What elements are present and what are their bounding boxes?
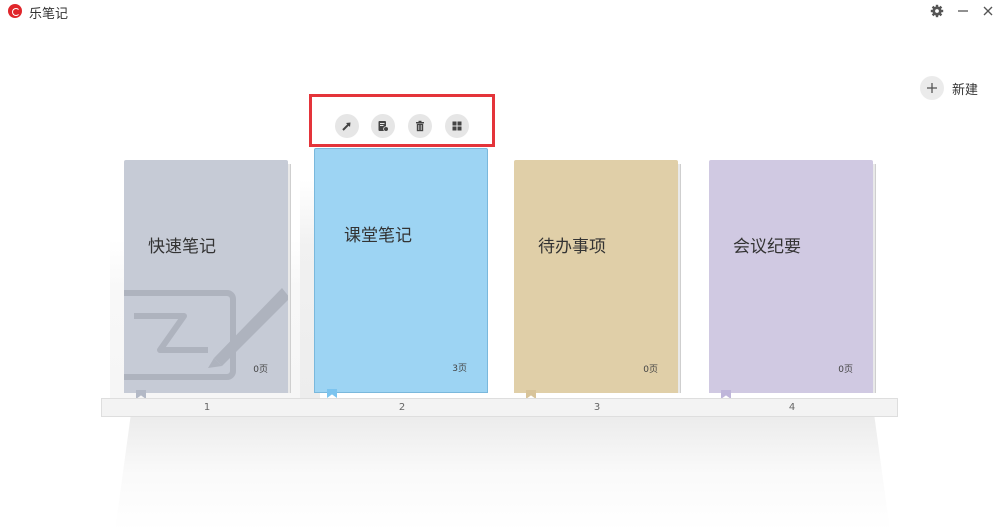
plus-icon: [920, 76, 944, 100]
notebook-cover[interactable]: 会议纪要 0页: [709, 160, 876, 399]
notebook-cover[interactable]: 快速笔记 0页: [124, 160, 291, 399]
minimize-icon[interactable]: [954, 2, 972, 20]
shelf-number: 2: [398, 402, 406, 413]
notebook-cover-selected[interactable]: 课堂笔记 3页: [314, 148, 488, 398]
bookmark-icon: [327, 389, 337, 398]
notebook-page-count: 0页: [643, 365, 658, 375]
edit-notebook-icon[interactable]: [371, 114, 395, 138]
notebook-action-toolbar: [309, 94, 495, 147]
notebook-page-count: 3页: [452, 364, 467, 374]
title-bar: 乐笔记: [0, 0, 1000, 22]
bookshelf: [101, 398, 898, 417]
new-notebook-button[interactable]: 新建: [920, 75, 978, 101]
notebook-title: 课堂笔记: [344, 226, 412, 246]
shelf-number: 3: [593, 402, 601, 413]
notebook-title: 快速笔记: [148, 237, 216, 257]
notebook-title: 待办事项: [538, 237, 606, 257]
grid-icon[interactable]: [445, 114, 469, 138]
shelf-shadow: [115, 417, 890, 531]
book-edge: [288, 164, 291, 393]
trash-icon[interactable]: [408, 114, 432, 138]
notebook-page-count: 0页: [253, 365, 268, 375]
gear-icon[interactable]: [928, 2, 946, 20]
new-notebook-label: 新建: [952, 82, 979, 98]
notebook-page-count: 0页: [838, 365, 853, 375]
notebook-title: 会议纪要: [733, 237, 801, 257]
pencil-drawing-icon: [124, 288, 288, 380]
app-title: 乐笔记: [29, 7, 69, 22]
book-edge: [873, 164, 876, 393]
share-arrow-icon[interactable]: [335, 114, 359, 138]
notebook-cover[interactable]: 待办事项 0页: [514, 160, 681, 399]
close-icon[interactable]: [979, 2, 997, 20]
app-window: 乐笔记 新建 快速笔记 0页 课堂笔记 3页 待办事项 0页 会议纪要 0页 1…: [0, 0, 1000, 531]
shelf-number: 1: [203, 402, 211, 413]
app-logo-icon: [8, 4, 22, 18]
book-edge: [678, 164, 681, 393]
shelf-number: 4: [788, 402, 796, 413]
